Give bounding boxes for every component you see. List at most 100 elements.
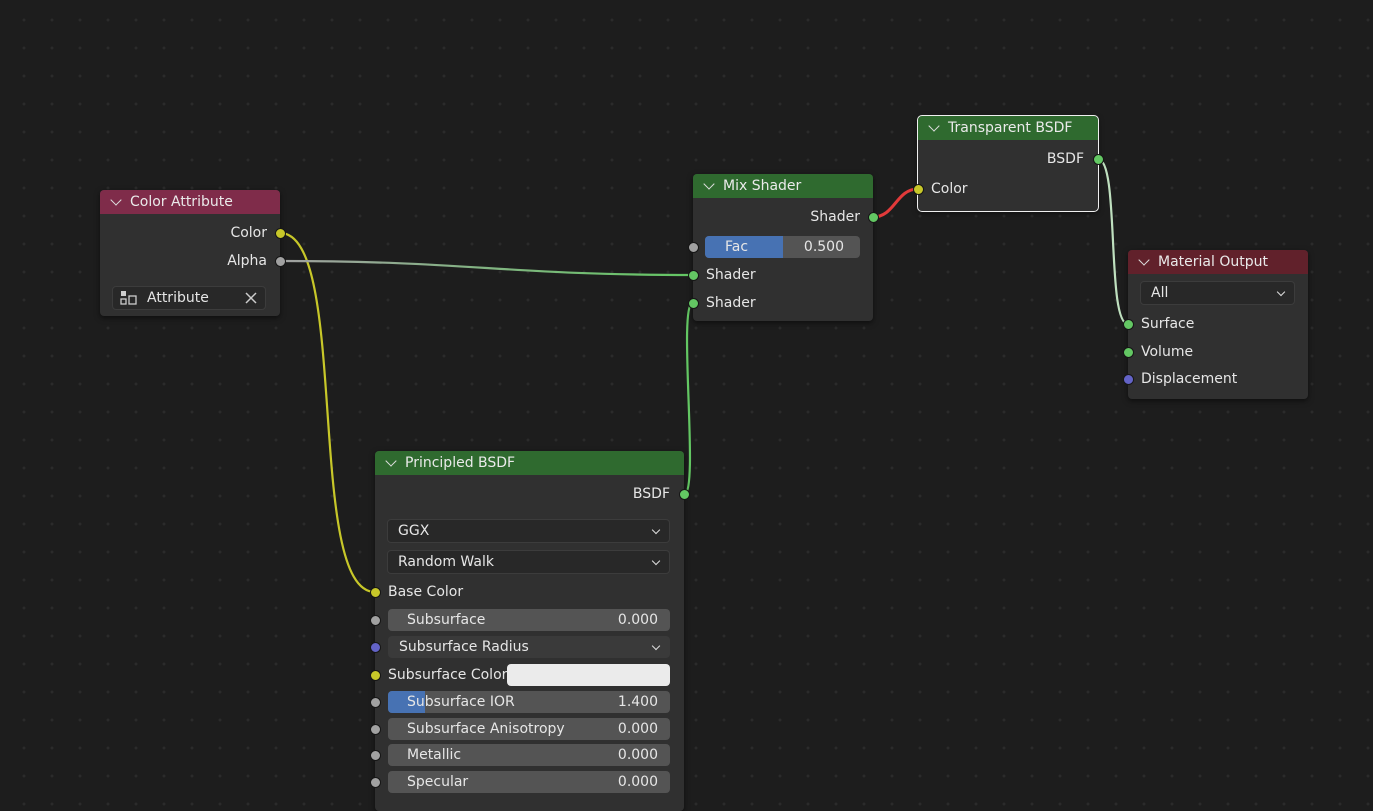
- target-dropdown[interactable]: All: [1140, 281, 1295, 305]
- subsurface-field[interactable]: Subsurface 0.000: [388, 609, 670, 631]
- node-title: Color Attribute: [130, 194, 233, 210]
- subsurface-method-dropdown[interactable]: Random Walk: [387, 550, 670, 574]
- link-color-to-base-color[interactable]: [279, 231, 376, 594]
- attribute-name: Attribute: [147, 290, 209, 306]
- socket-color-out[interactable]: [275, 228, 286, 239]
- socket-base-color-in[interactable]: [370, 587, 381, 598]
- socket-label: Shader: [706, 267, 756, 283]
- socket-label: Displacement: [1141, 371, 1238, 387]
- node-title: Principled BSDF: [405, 455, 516, 471]
- field-value: 1.400: [617, 694, 658, 710]
- attribute-field[interactable]: Attribute: [112, 286, 266, 310]
- socket-shader-in-1[interactable]: [688, 270, 699, 281]
- node-title: Transparent BSDF: [948, 120, 1073, 136]
- node-color-attribute[interactable]: Color Attribute Color Alpha Attribute: [100, 190, 286, 316]
- socket-bsdf-out[interactable]: [679, 489, 690, 500]
- output-alpha: Alpha: [100, 250, 267, 272]
- node-header[interactable]: Mix Shader: [693, 174, 873, 198]
- input-shader-2: Shader: [706, 292, 756, 314]
- socket-subsurface-in[interactable]: [370, 615, 381, 626]
- node-principled-bsdf[interactable]: Principled BSDF BSDF GGX Random Walk Bas…: [370, 451, 690, 811]
- socket-volume-in[interactable]: [1123, 347, 1134, 358]
- socket-shader-in-2[interactable]: [688, 298, 699, 309]
- chevron-down-icon: [651, 556, 661, 566]
- socket-label: Base Color: [388, 584, 464, 600]
- chevron-down-icon: [1276, 287, 1286, 297]
- chevron-down-icon: [651, 525, 661, 535]
- output-color: Color: [100, 222, 267, 244]
- node-header[interactable]: Material Output: [1128, 250, 1308, 274]
- node-title: Material Output: [1158, 254, 1268, 270]
- node-transparent-bsdf[interactable]: Transparent BSDF BSDF Color: [913, 115, 1104, 212]
- distribution-dropdown[interactable]: GGX: [387, 519, 670, 543]
- input-subsurface-color: Subsurface Color: [388, 664, 507, 686]
- node-title: Mix Shader: [723, 178, 802, 194]
- subsurface-anisotropy-field[interactable]: Subsurface Anisotropy 0.000: [388, 718, 670, 740]
- chevron-down-icon[interactable]: [928, 120, 940, 132]
- fac-field[interactable]: Fac 0.500: [705, 236, 860, 258]
- dropdown-value: GGX: [398, 523, 430, 539]
- socket-subsurface-color-in[interactable]: [370, 670, 381, 681]
- socket-subsurface-ior-in[interactable]: [370, 697, 381, 708]
- socket-displacement-in[interactable]: [1123, 374, 1134, 385]
- socket-specular-in[interactable]: [370, 777, 381, 788]
- socket-subsurface-radius-in[interactable]: [370, 642, 381, 653]
- output-bsdf: BSDF: [375, 483, 670, 505]
- socket-subsurface-anisotropy-in[interactable]: [370, 724, 381, 735]
- input-displacement: Displacement: [1141, 368, 1237, 390]
- chevron-down-icon[interactable]: [1138, 254, 1150, 266]
- socket-label: Volume: [1141, 344, 1194, 360]
- socket-label: Shader: [810, 209, 860, 225]
- subsurface-color-swatch[interactable]: [507, 664, 670, 686]
- close-icon[interactable]: [245, 291, 257, 305]
- field-label: Specular: [407, 774, 469, 790]
- metallic-field[interactable]: Metallic 0.000: [388, 744, 670, 766]
- socket-metallic-in[interactable]: [370, 750, 381, 761]
- link-bsdf-to-surface[interactable]: [1097, 157, 1129, 326]
- node-header[interactable]: Principled BSDF: [375, 451, 684, 475]
- socket-label: Alpha: [227, 253, 267, 269]
- field-value: 0.000: [617, 612, 658, 628]
- node-mix-shader[interactable]: Mix Shader Shader Fac 0.500 Shader Shade…: [688, 174, 879, 321]
- socket-color-in[interactable]: [913, 184, 924, 195]
- dropdown-value: Random Walk: [398, 554, 494, 570]
- chevron-down-icon[interactable]: [703, 178, 715, 190]
- node-header[interactable]: Transparent BSDF: [918, 116, 1098, 140]
- input-color: Color: [931, 178, 968, 200]
- color-attribute-icon: [120, 290, 138, 306]
- field-value: 0.000: [617, 721, 658, 737]
- input-surface: Surface: [1141, 313, 1194, 335]
- chevron-down-icon[interactable]: [110, 194, 122, 206]
- socket-label: BSDF: [632, 486, 670, 502]
- chevron-down-icon[interactable]: [385, 455, 397, 467]
- node-header[interactable]: Color Attribute: [100, 190, 280, 214]
- socket-alpha-out[interactable]: [275, 256, 286, 267]
- field-value: 0.000: [617, 747, 658, 763]
- field-label: Metallic: [407, 747, 462, 763]
- socket-label: Color: [931, 181, 968, 197]
- socket-label: Subsurface Color: [388, 667, 508, 683]
- subsurface-radius-dropdown[interactable]: Subsurface Radius: [388, 636, 670, 658]
- socket-bsdf-out[interactable]: [1093, 154, 1104, 165]
- socket-surface-in[interactable]: [1123, 319, 1134, 330]
- output-bsdf: BSDF: [918, 148, 1084, 170]
- field-label: Subsurface: [407, 612, 486, 628]
- dropdown-value: All: [1151, 285, 1169, 301]
- link-shader-to-color-invalid[interactable]: [872, 187, 919, 219]
- socket-label: Shader: [706, 295, 756, 311]
- link-bsdf-to-shader[interactable]: [682, 301, 695, 496]
- input-volume: Volume: [1141, 341, 1193, 363]
- socket-shader-out[interactable]: [868, 212, 879, 223]
- chevron-down-icon: [651, 641, 661, 651]
- socket-fac-in[interactable]: [688, 242, 699, 253]
- socket-label: BSDF: [1046, 151, 1084, 167]
- field-label: Subsurface IOR: [407, 694, 515, 710]
- link-alpha-to-shader[interactable]: [279, 259, 694, 277]
- field-label: Subsurface Anisotropy: [407, 721, 565, 737]
- output-shader: Shader: [693, 206, 860, 228]
- socket-label: Surface: [1141, 316, 1195, 332]
- field-value: 0.000: [617, 774, 658, 790]
- subsurface-ior-field[interactable]: Subsurface IOR 1.400: [388, 691, 670, 713]
- specular-field[interactable]: Specular 0.000: [388, 771, 670, 793]
- node-material-output[interactable]: Material Output All Surface Volume Displ…: [1123, 250, 1308, 399]
